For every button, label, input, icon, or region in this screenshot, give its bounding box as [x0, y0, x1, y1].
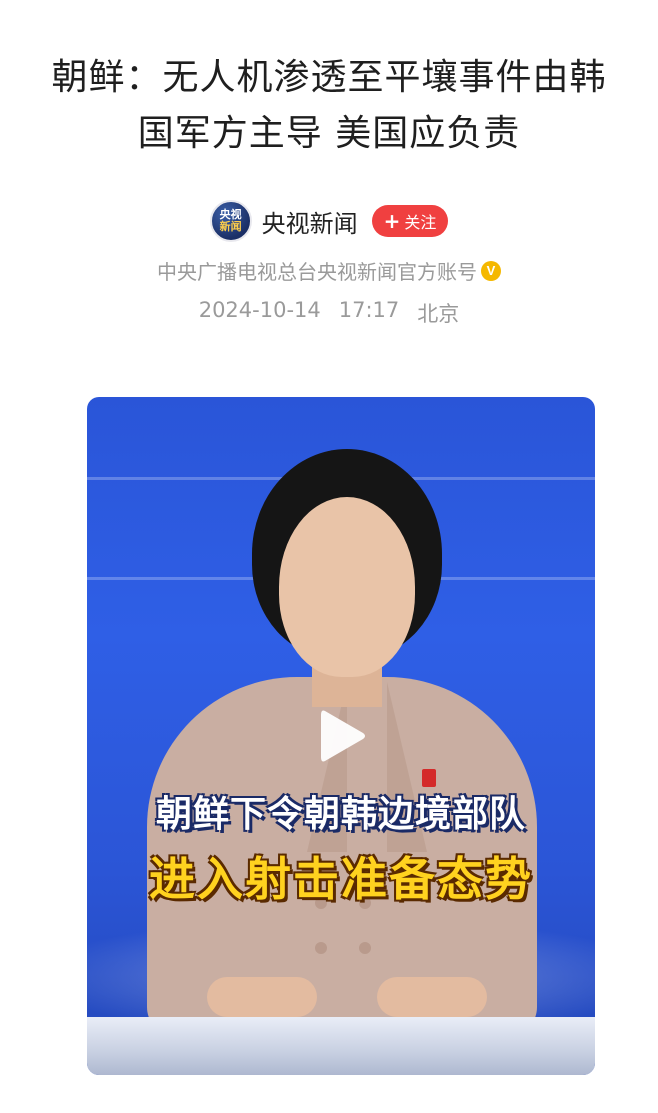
- publish-location: 北京: [417, 302, 460, 326]
- video-caption-line-2: 进入射击准备态势: [149, 852, 533, 906]
- video-caption-line-1: 朝鲜下令朝韩边境部队: [155, 794, 526, 835]
- follow-button[interactable]: + 关注: [371, 205, 449, 237]
- jacket-button: [359, 942, 371, 954]
- article-title-line-2: 国军方主导 美国应负责: [137, 113, 521, 154]
- publish-meta: 2024-10-14 17:17 北京: [0, 298, 658, 328]
- author-row: 央视 新闻 央视新闻 + 关注: [0, 198, 658, 244]
- avatar-text-bottom: 新闻: [219, 220, 242, 233]
- author-name[interactable]: 央视新闻: [262, 204, 358, 239]
- publish-date: 2024-10-14: [198, 298, 321, 322]
- anchor-hand-right: [377, 977, 487, 1017]
- author-description: 中央广播电视总台央视新闻官方账号 V: [0, 256, 658, 285]
- anchor-face: [279, 497, 415, 677]
- publish-time: 17:17: [338, 298, 400, 322]
- avatar[interactable]: 央视 新闻: [209, 200, 252, 242]
- author-description-text: 中央广播电视总台央视新闻官方账号: [157, 260, 477, 284]
- anchor-hand-left: [207, 977, 317, 1017]
- plus-icon: +: [383, 209, 401, 233]
- jacket-button: [315, 942, 327, 954]
- video-player[interactable]: 朝鲜下令朝韩边境部队 进入射击准备态势: [87, 397, 595, 1075]
- article-title-line-1: 朝鲜：无人机渗透至平壤事件由韩: [51, 57, 607, 98]
- verified-icon: V: [481, 260, 501, 281]
- play-icon[interactable]: [319, 707, 367, 765]
- follow-label: 关注: [404, 213, 437, 232]
- article-title: 朝鲜：无人机渗透至平壤事件由韩 国军方主导 美国应负责: [20, 50, 638, 162]
- news-desk: [87, 1017, 595, 1075]
